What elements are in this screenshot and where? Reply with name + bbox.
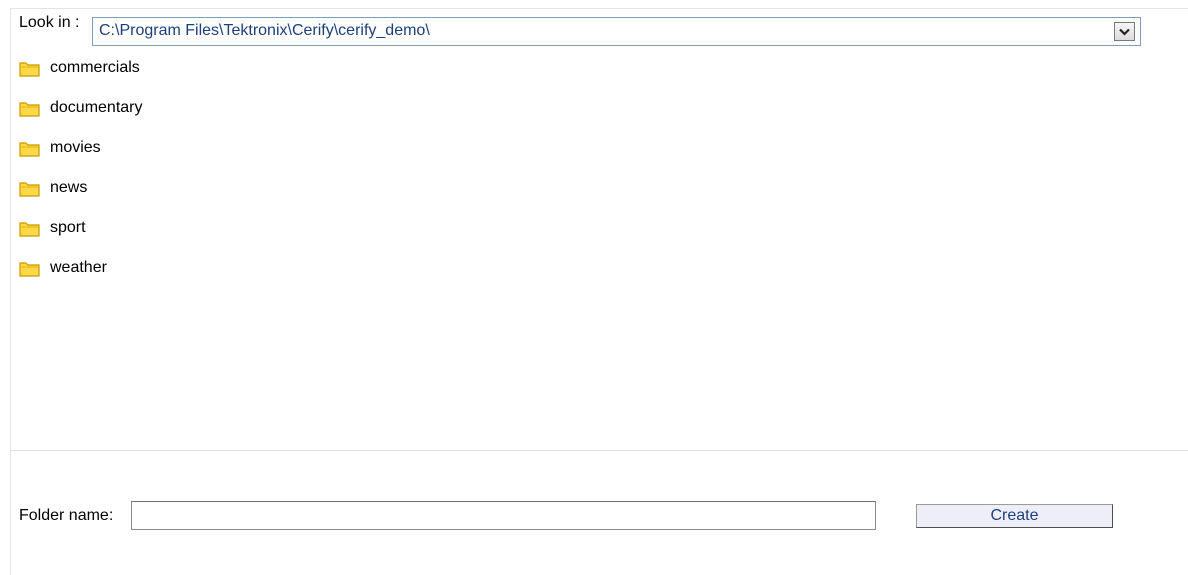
- folder-icon: [19, 62, 40, 77]
- list-item-folder[interactable]: commercials: [19, 58, 143, 98]
- look-in-path: C:\Program Files\Tektronix\Cerify\cerify…: [99, 22, 430, 39]
- folder-name-label: Folder name:: [19, 507, 114, 524]
- folder-label: sport: [50, 219, 86, 236]
- dialog-frame: [10, 8, 1188, 575]
- folder-list: commercials documentary movies news spor…: [19, 58, 143, 298]
- section-divider: [11, 450, 1188, 451]
- look-in-select[interactable]: C:\Program Files\Tektronix\Cerify\cerify…: [92, 17, 1141, 46]
- look-in-label: Look in :: [19, 14, 80, 31]
- folder-label: movies: [50, 139, 101, 156]
- folder-icon: [19, 262, 40, 277]
- folder-label: weather: [50, 259, 107, 276]
- folder-label: documentary: [50, 99, 143, 116]
- folder-icon: [19, 182, 40, 197]
- chevron-down-icon: [1119, 28, 1130, 36]
- folder-icon: [19, 102, 40, 117]
- look-in-dropdown-button[interactable]: [1114, 22, 1135, 41]
- folder-icon: [19, 222, 40, 237]
- list-item-folder[interactable]: weather: [19, 258, 143, 298]
- list-item-folder[interactable]: movies: [19, 138, 143, 178]
- list-item-folder[interactable]: sport: [19, 218, 143, 258]
- folder-icon: [19, 142, 40, 157]
- list-item-folder[interactable]: documentary: [19, 98, 143, 138]
- folder-label: news: [50, 179, 88, 196]
- create-button[interactable]: Create: [916, 504, 1113, 528]
- list-item-folder[interactable]: news: [19, 178, 143, 218]
- folder-name-input[interactable]: [131, 501, 876, 530]
- folder-label: commercials: [50, 59, 140, 76]
